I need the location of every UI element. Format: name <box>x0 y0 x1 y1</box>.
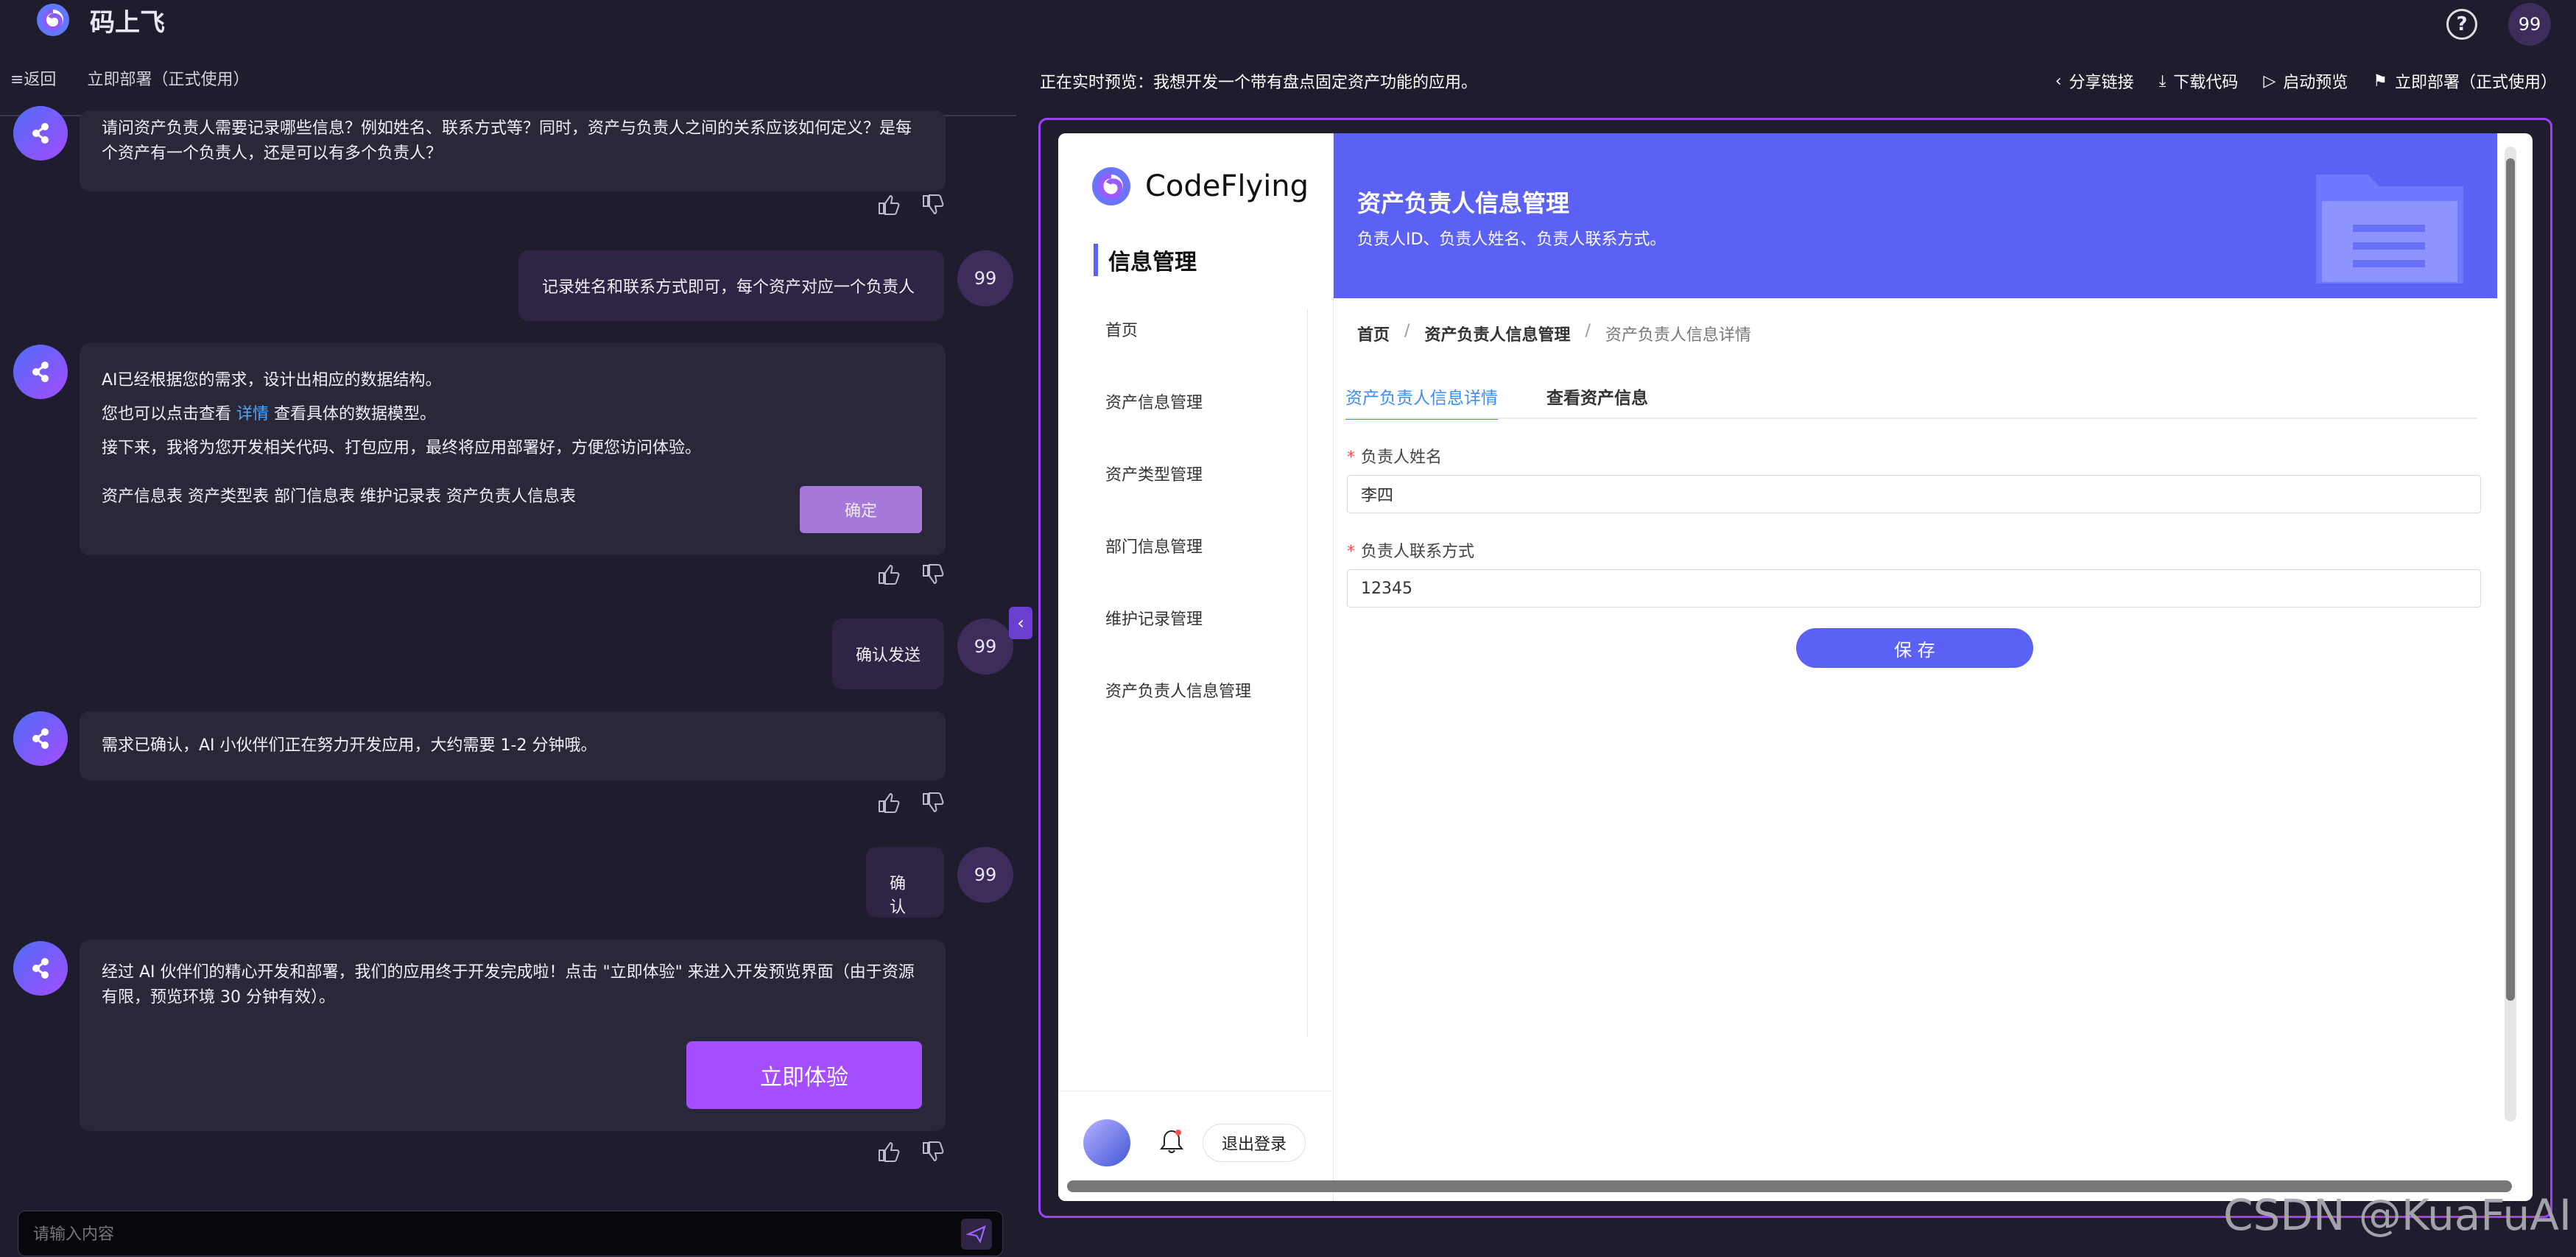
tab-owner-details[interactable]: 资产负责人信息详情 <box>1345 384 1498 420</box>
menu-item-maintenance[interactable]: 维护记录管理 <box>1105 606 1251 630</box>
thumb-up-icon[interactable] <box>875 789 901 816</box>
chat-history: 请问资产负责人需要记录哪些信息？例如姓名、联系方式等？同时，资产与负责人之间的关… <box>0 116 1016 1206</box>
thumb-down-icon[interactable] <box>919 191 946 218</box>
detail-tabs: 资产负责人信息详情 查看资产信息 <box>1345 384 1648 420</box>
page-banner: 资产负责人信息管理 负责人ID、负责人姓名、负责人联系方式。 <box>1334 133 2497 298</box>
flag-icon: ⚑ <box>2373 72 2387 91</box>
download-icon: ⤓ <box>2159 72 2167 91</box>
deploy-link[interactable]: 立即部署（正式使用） <box>87 66 249 90</box>
message-feedback <box>875 561 946 588</box>
preview-menu: 首页 资产信息管理 资产类型管理 部门信息管理 维护记录管理 资产负责人信息管理 <box>1105 317 1251 702</box>
thumb-up-icon[interactable] <box>875 191 901 218</box>
user-avatar-icon: 99 <box>957 847 1013 903</box>
profile-avatar[interactable] <box>1083 1119 1130 1166</box>
left-toolbar: ≡返回 立即部署（正式使用） <box>10 66 249 90</box>
brand-logo-icon <box>1091 166 1132 207</box>
tabs-divider <box>1345 418 2478 419</box>
user-message: 记录姓名和联系方式即可，每个资产对应一个负责人 <box>518 250 944 321</box>
owner-contact-label: *负责人联系方式 <box>1347 538 1474 562</box>
preview-header: 正在实时预览：我想开发一个带有盘点固定资产功能的应用。 ‹分享链接 ⤓下载代码 … <box>1040 69 2557 93</box>
owner-contact-input[interactable] <box>1347 569 2481 608</box>
tab-assets[interactable]: 查看资产信息 <box>1546 384 1648 420</box>
preview-status: 正在实时预览：我想开发一个带有盘点固定资产功能的应用。 <box>1040 69 1477 93</box>
preview-sidebar: CodeFlying 信息管理 首页 资产信息管理 资产类型管理 部门信息管理 … <box>1058 133 1334 1201</box>
bot-avatar-icon <box>13 941 68 996</box>
download-code-button[interactable]: ⤓下载代码 <box>2159 69 2239 93</box>
breadcrumb: 首页 / 资产负责人信息管理 / 资产负责人信息详情 <box>1357 322 1751 345</box>
bot-avatar-icon <box>13 345 68 399</box>
collapse-panel-icon[interactable]: ‹ <box>1009 607 1032 639</box>
banner-subtitle: 负责人ID、负责人姓名、负责人联系方式。 <box>1357 226 1666 250</box>
top-bar: 码上飞 ? 99 <box>0 0 2576 40</box>
menu-item-departments[interactable]: 部门信息管理 <box>1105 534 1251 557</box>
owner-name-label: *负责人姓名 <box>1347 444 1442 468</box>
section-title: 信息管理 <box>1094 244 1197 276</box>
share-link-button[interactable]: ‹分享链接 <box>2055 69 2134 93</box>
breadcrumb-owners[interactable]: 资产负责人信息管理 <box>1424 322 1570 345</box>
deploy-button[interactable]: ⚑立即部署（正式使用） <box>2373 69 2557 93</box>
user-avatar-icon: 99 <box>957 619 1013 675</box>
menu-item-owners[interactable]: 资产负责人信息管理 <box>1105 678 1251 702</box>
thumb-down-icon[interactable] <box>919 789 946 816</box>
save-button[interactable]: 保 存 <box>1796 628 2033 668</box>
bell-icon[interactable] <box>1157 1127 1186 1156</box>
start-preview-button[interactable]: ▷启动预览 <box>2263 69 2348 93</box>
banner-title: 资产负责人信息管理 <box>1357 185 1569 219</box>
brand: CodeFlying <box>1091 166 1309 207</box>
user-avatar-icon: 99 <box>957 250 1013 306</box>
message-feedback <box>875 789 946 816</box>
bot-message-complete: 经过 AI 伙伴们的精心开发和部署，我们的应用终于开发完成啦！点击 "立即体验"… <box>80 940 946 1131</box>
vertical-scrollbar[interactable] <box>2505 147 2516 1122</box>
app-title: 码上飞 <box>90 2 165 38</box>
chat-input[interactable] <box>33 1211 917 1257</box>
try-now-button[interactable]: 立即体验 <box>686 1041 922 1109</box>
send-icon[interactable] <box>961 1219 992 1250</box>
bot-message-data-model: AI已经根据您的需求，设计出相应的数据结构。 您也可以点击查看 详情 查看具体的… <box>80 343 946 555</box>
user-avatar[interactable]: 99 <box>2508 3 2551 46</box>
user-message: 确认 <box>866 847 944 918</box>
play-icon: ▷ <box>2263 72 2276 91</box>
details-link[interactable]: 详情 <box>236 405 269 423</box>
thumb-up-icon[interactable] <box>875 561 901 588</box>
breadcrumb-current: 资产负责人信息详情 <box>1605 322 1751 345</box>
bot-message: 请问资产负责人需要记录哪些信息？例如姓名、联系方式等？同时，资产与负责人之间的关… <box>80 110 946 191</box>
thumb-down-icon[interactable] <box>919 1138 946 1165</box>
watermark: CSDN @KuaFuAI <box>2223 1190 2572 1240</box>
logout-button[interactable]: 退出登录 <box>1203 1124 1306 1162</box>
share-icon: ‹ <box>2055 72 2062 91</box>
bot-avatar-icon <box>13 106 68 161</box>
thumb-up-icon[interactable] <box>875 1138 901 1165</box>
folder-illustration-icon <box>2301 148 2478 292</box>
help-icon[interactable]: ? <box>2446 9 2477 40</box>
menu-item-home[interactable]: 首页 <box>1105 317 1251 341</box>
preview-app: CodeFlying 信息管理 首页 资产信息管理 资产类型管理 部门信息管理 … <box>1058 133 2533 1201</box>
breadcrumb-home[interactable]: 首页 <box>1357 322 1390 345</box>
user-message: 确认发送 <box>832 619 944 689</box>
brand-name: CodeFlying <box>1145 169 1309 203</box>
menu-item-asset-types[interactable]: 资产类型管理 <box>1105 462 1251 485</box>
detail-content: 首页 / 资产负责人信息管理 / 资产负责人信息详情 资产负责人信息详情 查看资… <box>1334 298 2497 1201</box>
message-feedback <box>875 191 946 218</box>
preview-frame: CodeFlying 信息管理 首页 资产信息管理 资产类型管理 部门信息管理 … <box>1038 118 2552 1218</box>
menu-divider <box>1307 309 1308 1038</box>
bot-avatar-icon <box>13 711 68 766</box>
preview-actions: ‹分享链接 ⤓下载代码 ▷启动预览 ⚑立即部署（正式使用） <box>2055 69 2557 93</box>
owner-name-input[interactable] <box>1347 475 2481 513</box>
menu-item-assets[interactable]: 资产信息管理 <box>1105 390 1251 413</box>
scroll-thumb[interactable] <box>2506 158 2515 1001</box>
back-button[interactable]: ≡返回 <box>10 66 56 90</box>
message-feedback <box>875 1138 946 1165</box>
confirm-button[interactable]: 确定 <box>800 486 922 533</box>
thumb-down-icon[interactable] <box>919 561 946 588</box>
chat-input-bar <box>18 1211 1003 1256</box>
bot-message: 需求已确认，AI 小伙伴们正在努力开发应用，大约需要 1-2 分钟哦。 <box>80 711 946 781</box>
app-logo-icon <box>34 1 72 39</box>
